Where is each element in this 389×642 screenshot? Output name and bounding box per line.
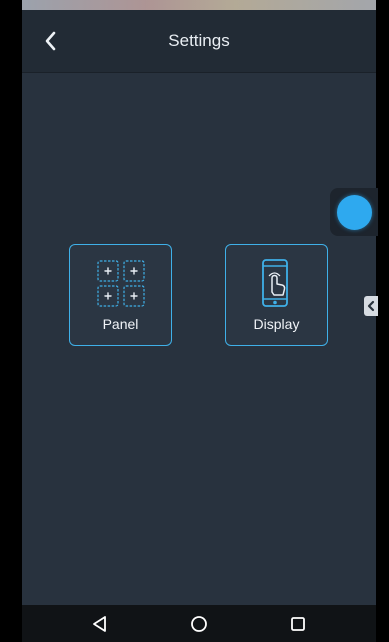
nav-recent-apps-button[interactable] [278,609,318,639]
status-strip [22,0,376,10]
app-screen: Settings Panel Display [22,10,376,605]
square-recent-apps-icon [291,617,305,631]
triangle-back-icon [93,616,106,632]
app-header: Settings [22,10,376,73]
nav-home-button[interactable] [179,609,219,639]
page-title: Settings [168,31,230,50]
system-navigation-bar [22,605,376,642]
panel-tile[interactable]: Panel [69,244,172,346]
assistive-touch-ball-icon [337,195,372,230]
side-drawer-handle[interactable] [364,296,378,316]
floating-assistive-button[interactable] [330,188,378,236]
back-button[interactable] [34,24,68,58]
device-frame: Settings Panel Display [0,0,389,642]
chevron-left-icon [45,31,56,51]
display-touch-icon [261,259,288,307]
circle-home-icon [191,616,207,632]
chevron-left-small-icon [367,300,375,312]
display-tile-label: Display [253,316,300,332]
display-tile[interactable]: Display [225,244,328,346]
panel-tile-label: Panel [102,316,139,332]
nav-back-button[interactable] [80,609,120,639]
panel-grid-icon [96,260,145,307]
